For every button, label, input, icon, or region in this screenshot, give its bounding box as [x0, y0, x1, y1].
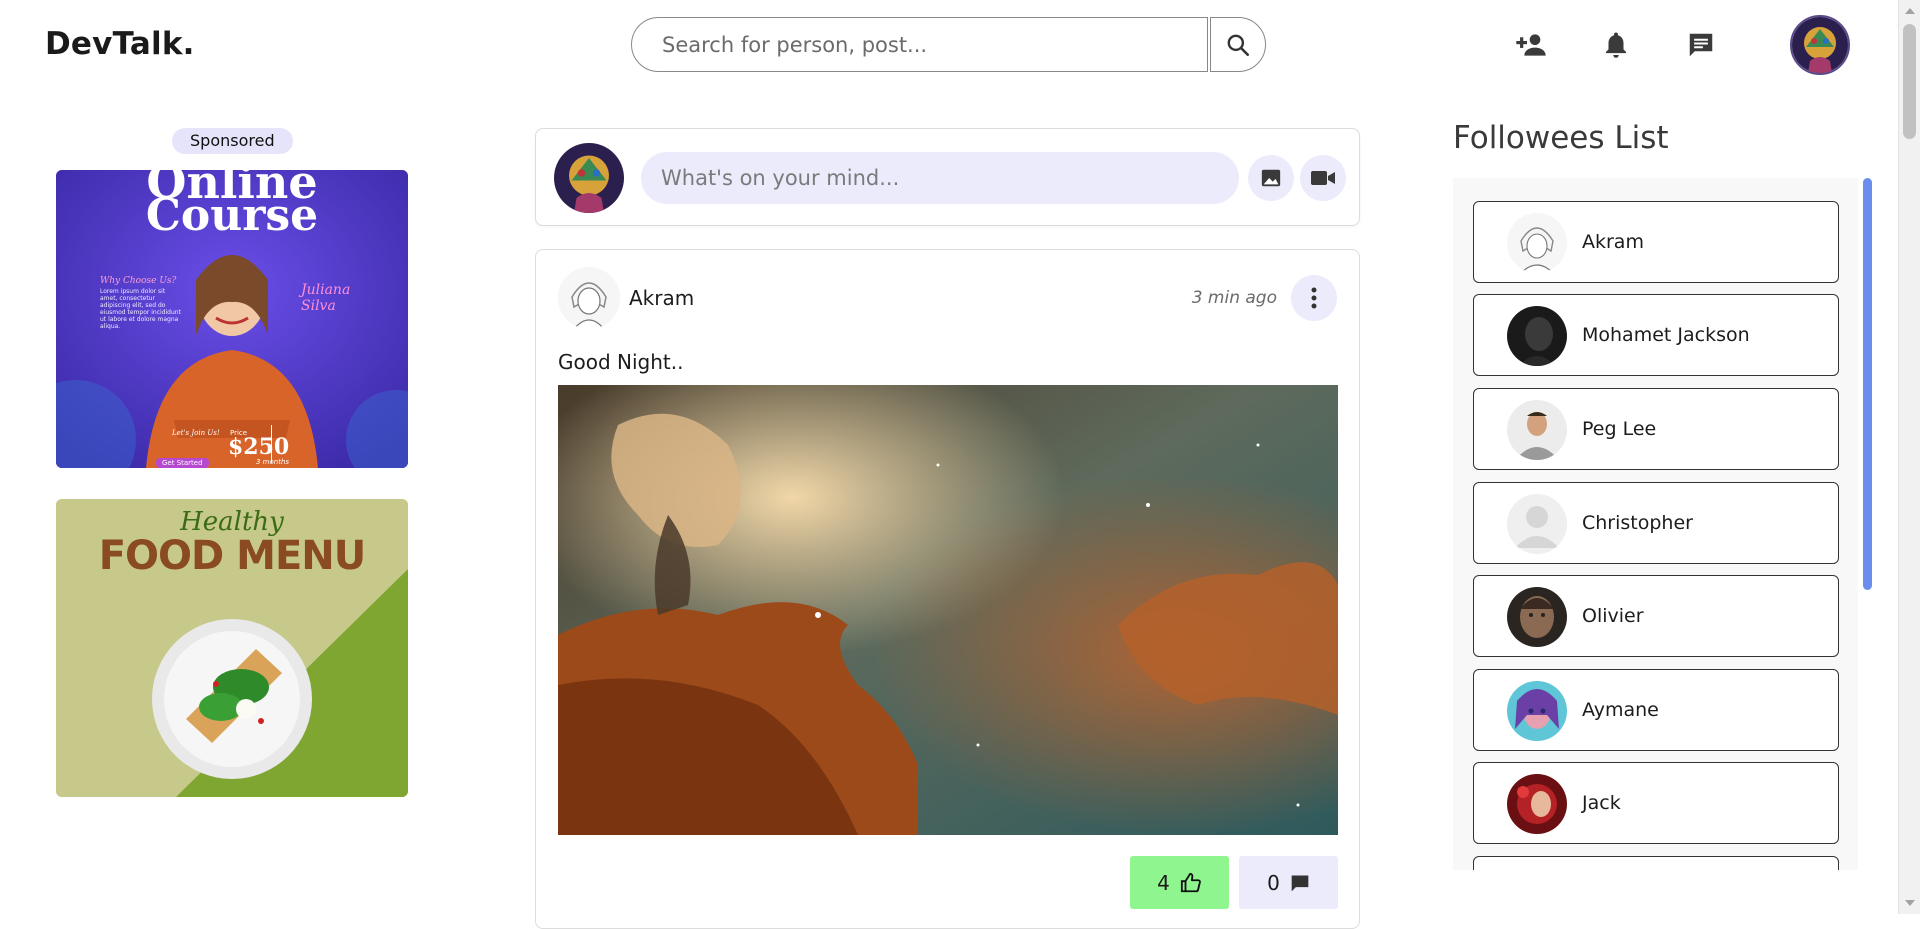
followee-item[interactable]: Akram	[1473, 201, 1839, 283]
followee-item[interactable]: Aymane	[1473, 669, 1839, 751]
avatar-image	[554, 143, 624, 213]
followee-item[interactable]: Christopher	[1473, 482, 1839, 564]
followee-name: Christopher	[1582, 512, 1693, 534]
app-logo[interactable]: DevTalk.	[45, 26, 195, 62]
followee-avatar	[1507, 774, 1567, 834]
followee-avatar	[1507, 213, 1567, 273]
followee-item[interactable]: Jack	[1473, 762, 1839, 844]
post-author-name[interactable]: Akram	[629, 286, 694, 310]
chat-icon	[1689, 33, 1713, 57]
post-author-avatar[interactable]	[558, 267, 620, 329]
search-input[interactable]	[631, 17, 1208, 72]
ad1-duration: 3 months	[256, 458, 290, 466]
notifications-button[interactable]	[1597, 26, 1635, 64]
avatar-image	[1507, 681, 1567, 741]
add-friend-button[interactable]	[1512, 26, 1550, 64]
followee-item[interactable]	[1473, 856, 1839, 870]
avatar-image	[1507, 400, 1567, 460]
followee-name: Peg Lee	[1582, 418, 1657, 440]
followee-item[interactable]: Peg Lee	[1473, 388, 1839, 470]
ad1-blurb: Lorem ipsum dolor sit amet, consectetur …	[100, 288, 181, 330]
more-vertical-icon	[1311, 287, 1317, 309]
video-icon	[1311, 171, 1335, 185]
like-count: 4	[1157, 870, 1170, 895]
scroll-thumb[interactable]	[1903, 24, 1916, 139]
add-image-button[interactable]	[1248, 155, 1294, 201]
followee-avatar	[1507, 587, 1567, 647]
post-card: Akram 3 min ago Good Night.. 4 0	[535, 249, 1360, 929]
ad1-name-1: Juliana	[301, 282, 351, 298]
followee-item[interactable]: Olivier	[1473, 575, 1839, 657]
post-image[interactable]	[558, 385, 1338, 835]
ad1-name-2: Silva	[301, 298, 336, 314]
default-avatar-icon	[1507, 494, 1567, 554]
ad-online-course[interactable]: Online Course Why Choose Us? Lorem ipsum…	[56, 170, 408, 468]
post-text: Good Night..	[558, 350, 684, 374]
avatar-image	[1507, 213, 1567, 273]
sponsored-badge: Sponsored	[172, 128, 293, 154]
scroll-down-arrow[interactable]	[1905, 900, 1915, 906]
ad1-cta: Get Started	[156, 458, 209, 468]
image-icon	[1261, 169, 1281, 187]
followee-name: Mohamet Jackson	[1582, 324, 1750, 346]
composer-input[interactable]	[641, 152, 1239, 204]
ad2-headline-2: FOOD MENU	[98, 533, 367, 579]
search-icon	[1227, 34, 1250, 56]
followee-item[interactable]: Mohamet Jackson	[1473, 294, 1839, 376]
bell-icon	[1606, 32, 1626, 58]
avatar-image	[1507, 587, 1567, 647]
ad1-join: Let's Join Us!	[172, 429, 220, 437]
avatar-image	[1507, 306, 1567, 366]
profile-avatar[interactable]	[1790, 15, 1850, 75]
top-navbar: DevTalk.	[0, 0, 1898, 92]
ad1-why: Why Choose Us?	[100, 276, 177, 286]
comment-count: 0	[1267, 870, 1280, 895]
followee-name: Akram	[1582, 231, 1644, 253]
avatar-image	[558, 267, 620, 329]
ad1-headline-2: Course	[145, 190, 319, 241]
followees-list[interactable]: Akram Mohamet Jackson Peg Lee Christophe…	[1453, 178, 1858, 870]
thumbs-up-icon	[1180, 872, 1201, 892]
scroll-up-arrow[interactable]	[1905, 8, 1915, 14]
post-composer	[535, 128, 1360, 226]
search-button[interactable]	[1210, 17, 1266, 72]
add-video-button[interactable]	[1300, 155, 1346, 201]
comment-button[interactable]: 0	[1239, 856, 1338, 909]
ad1-price: $250	[228, 434, 290, 460]
messages-button[interactable]	[1682, 26, 1720, 64]
followees-title: Followees List	[1453, 120, 1669, 156]
followee-avatar	[1507, 400, 1567, 460]
post-timestamp: 3 min ago	[1191, 288, 1277, 308]
like-button[interactable]: 4	[1130, 856, 1229, 909]
post-options-button[interactable]	[1291, 275, 1337, 321]
followee-avatar	[1507, 681, 1567, 741]
followee-name: Olivier	[1582, 605, 1644, 627]
followees-scrollbar[interactable]	[1863, 178, 1872, 590]
composer-avatar	[554, 143, 624, 213]
followee-avatar	[1507, 306, 1567, 366]
page-scrollbar[interactable]	[1898, 0, 1920, 914]
add-person-icon	[1516, 34, 1546, 56]
followee-avatar	[1507, 494, 1567, 554]
avatar-image	[1792, 17, 1848, 73]
followee-name: Aymane	[1582, 699, 1659, 721]
followee-name: Jack	[1582, 792, 1621, 814]
comment-icon	[1291, 875, 1309, 891]
ad-healthy-food[interactable]: Healthy FOOD MENU	[56, 499, 408, 797]
nebula-image	[558, 385, 1338, 835]
avatar-image	[1507, 774, 1567, 834]
